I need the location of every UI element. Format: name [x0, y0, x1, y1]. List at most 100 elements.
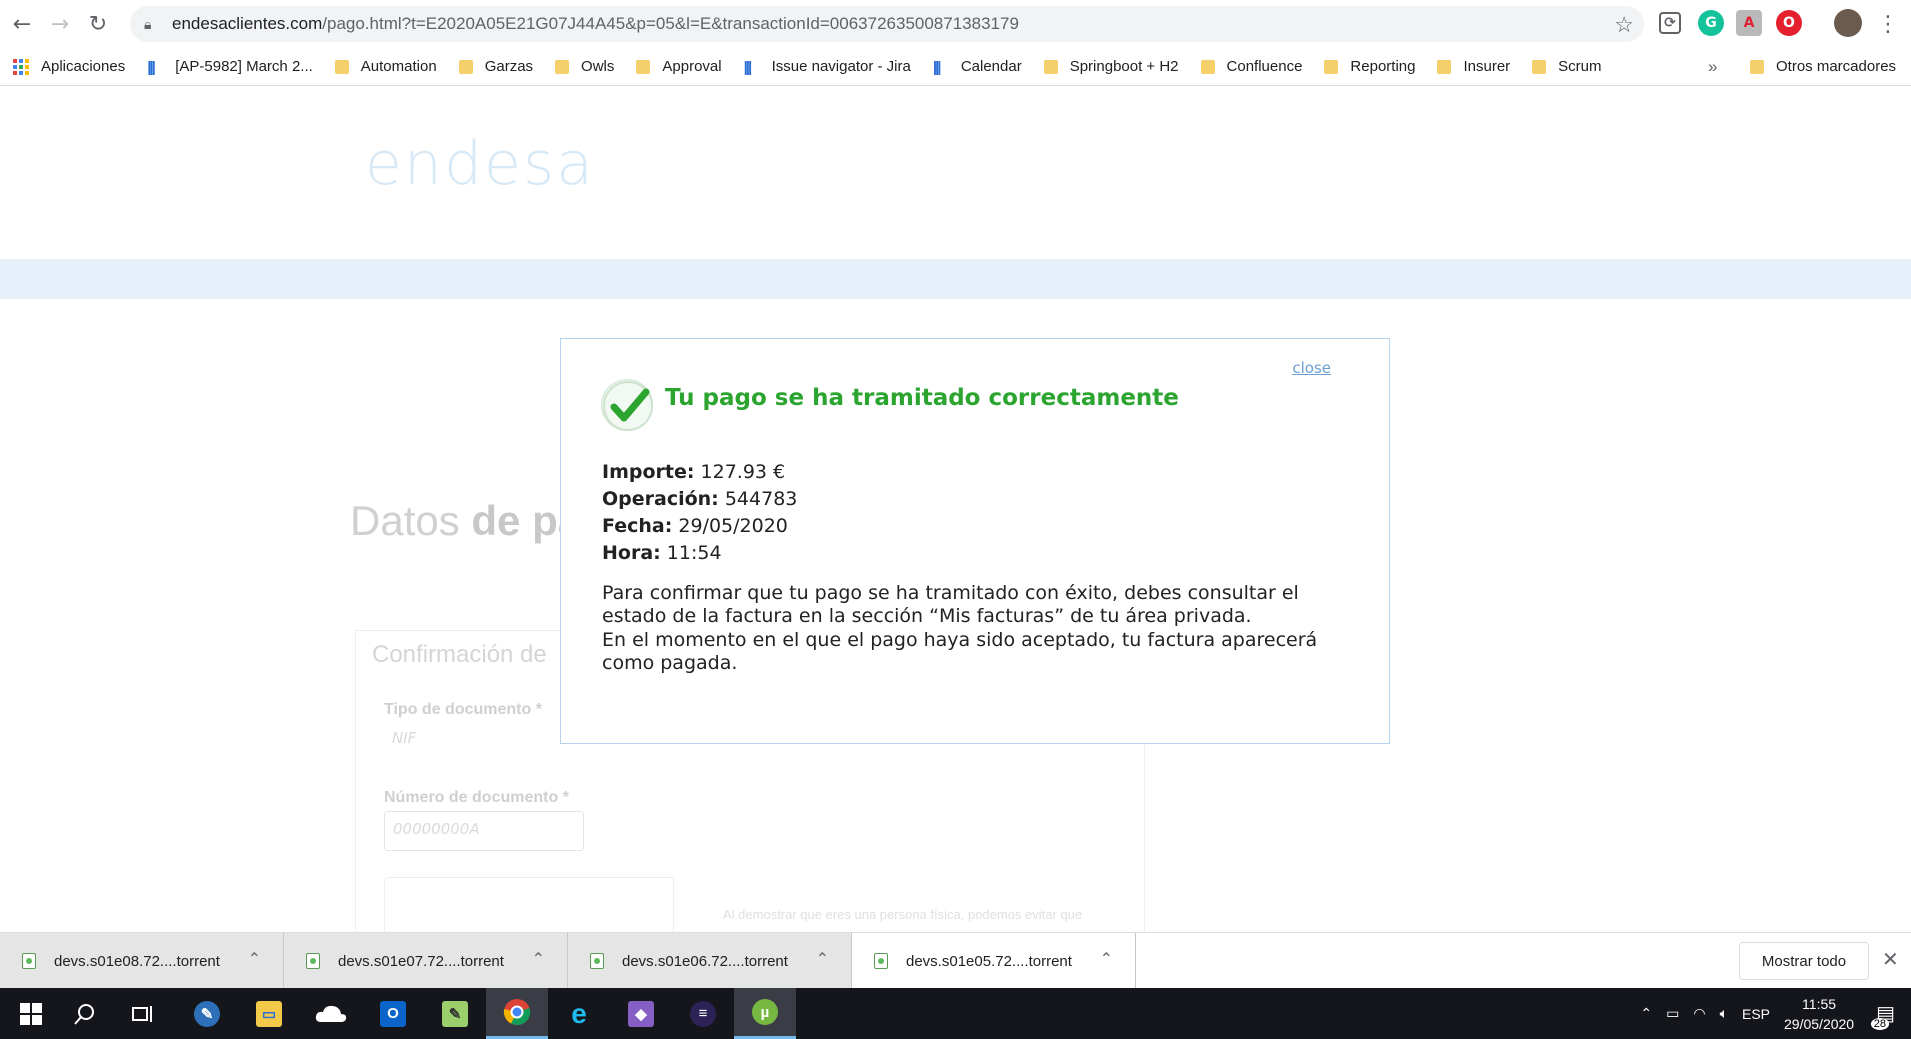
- bookmark-label: Approval: [662, 58, 722, 75]
- volume-icon[interactable]: 🔈︎: [1720, 1005, 1728, 1022]
- bookmark-label: Springboot + H2: [1069, 58, 1179, 75]
- close-link[interactable]: close: [1292, 359, 1331, 377]
- bookmark-item[interactable]: Springboot + H2: [1043, 58, 1179, 75]
- doc-type-label: Tipo de documento *: [384, 701, 542, 718]
- chevron-up-icon[interactable]: ⌃: [816, 949, 829, 969]
- captcha-note: Al demostrar que eres una persona física…: [723, 907, 1083, 922]
- search-icon[interactable]: [54, 988, 116, 1039]
- download-filename: devs.s01e08.72....torrent: [54, 952, 220, 970]
- bookmark-item[interactable]: Approval: [636, 58, 722, 75]
- folder-icon: [1324, 59, 1339, 74]
- captcha-widget[interactable]: [384, 877, 674, 932]
- accepted-paragraph: En el momento en el que el pago haya sid…: [602, 629, 1318, 674]
- bookmark-star-icon[interactable]: ☆: [1614, 12, 1634, 38]
- extension-icon[interactable]: ⟳: [1659, 12, 1681, 34]
- chevron-up-icon[interactable]: ⌃: [248, 949, 261, 969]
- clock[interactable]: 11:55 29/05/2020: [1784, 994, 1854, 1034]
- bookmark-item[interactable]: Confluence: [1200, 58, 1303, 75]
- paint-app-icon[interactable]: ✎: [176, 988, 238, 1039]
- bookmark-item[interactable]: Aplicaciones: [13, 58, 125, 75]
- download-item[interactable]: devs.s01e06.72....torrent ⌃: [568, 933, 852, 989]
- torrent-file-icon: [22, 953, 36, 969]
- pdf-icon[interactable]: A: [1736, 10, 1762, 36]
- bookmark-label: Reporting: [1350, 58, 1416, 75]
- chevron-up-icon[interactable]: ⌃: [1100, 949, 1113, 969]
- opera-icon[interactable]: O: [1776, 10, 1802, 36]
- grammarly-icon[interactable]: G: [1698, 10, 1724, 36]
- menu-icon[interactable]: ⋮: [1870, 6, 1906, 42]
- bookmark-label: Aplicaciones: [41, 58, 126, 75]
- battery-icon[interactable]: ▭: [1666, 1005, 1679, 1022]
- avatar[interactable]: [1834, 9, 1862, 37]
- address-bar[interactable]: 🔒︎ endesaclientes.com/pago.html?t=E2020A…: [130, 6, 1644, 42]
- bookmark-label: Confluence: [1226, 58, 1303, 75]
- folder-icon: [458, 59, 473, 74]
- payment-success-modal: close Tu pago se ha tramitado correctame…: [560, 338, 1390, 744]
- clock-date: 29/05/2020: [1784, 1015, 1855, 1032]
- torrent-file-icon: [306, 953, 320, 969]
- onedrive-icon[interactable]: [300, 988, 362, 1039]
- folder-icon: [1200, 59, 1215, 74]
- eclipse-icon[interactable]: ≡: [672, 988, 734, 1039]
- forward-icon[interactable]: →: [42, 6, 78, 42]
- bookmark-item[interactable]: Scrum: [1532, 58, 1602, 75]
- bookmark-item[interactable]: ||| [AP-5982] March 2...: [147, 58, 313, 76]
- download-item[interactable]: devs.s01e05.72....torrent ⌃: [852, 933, 1136, 989]
- detail-hora: Hora: 11:54: [602, 542, 722, 564]
- system-tray: ⌃ ▭ ◠ 🔈︎ ESP 11:55 29/05/2020 ▤ 28: [1640, 988, 1911, 1039]
- chevron-up-icon[interactable]: ⌃: [532, 949, 545, 969]
- form-title: Confirmación de: [372, 641, 547, 668]
- check-icon: [601, 379, 653, 431]
- bookmark-item[interactable]: ||| Issue navigator - Jira: [744, 58, 911, 76]
- windows-start-icon[interactable]: [0, 988, 62, 1039]
- utorrent-icon[interactable]: µ: [734, 988, 796, 1039]
- bookmark-item[interactable]: Automation: [334, 58, 437, 75]
- bookmark-list: Aplicaciones ||| [AP-5982] March 2... Autom…: [13, 58, 1624, 76]
- show-all-button[interactable]: Mostrar todo: [1739, 942, 1869, 980]
- windows-taskbar: ✎ ▭ O ✎ e ◆ ≡ µ ⌃ ▭ ◠ 🔈︎ ESP 11:55 29/05…: [0, 988, 1911, 1039]
- reload-icon[interactable]: ↻: [80, 6, 116, 42]
- chevron-up-icon[interactable]: ⌃: [1640, 1005, 1652, 1022]
- notification-icon[interactable]: ▤ 28: [1870, 1001, 1895, 1030]
- folder-icon: [1750, 59, 1764, 74]
- notepad-icon[interactable]: ✎: [424, 988, 486, 1039]
- back-icon[interactable]: ←: [4, 6, 40, 42]
- bookmark-item[interactable]: Insurer: [1437, 58, 1510, 75]
- download-filename: devs.s01e06.72....torrent: [622, 952, 788, 970]
- internet-explorer-icon[interactable]: e: [548, 988, 610, 1039]
- bookmark-item[interactable]: ||| Calendar: [932, 58, 1022, 76]
- folder-icon: [334, 59, 349, 74]
- bookmark-item[interactable]: Owls: [555, 58, 614, 75]
- close-icon[interactable]: ✕: [1882, 947, 1899, 971]
- torrent-file-icon: [590, 953, 604, 969]
- bookmark-item[interactable]: Garzas: [458, 58, 533, 75]
- doc-number-label: Número de documento *: [384, 789, 569, 806]
- task-view-icon[interactable]: [112, 988, 174, 1039]
- jira-icon: |||: [932, 58, 942, 76]
- browser-toolbar: ← → ↻ 🔒︎ endesaclientes.com/pago.html?t=…: [0, 0, 1911, 48]
- jira-icon: |||: [147, 58, 156, 76]
- bookmark-label: Scrum: [1558, 58, 1602, 75]
- notification-count: 28: [1870, 1018, 1889, 1030]
- url-domain: endesaclientes.com: [172, 14, 323, 33]
- folder-icon: [1437, 59, 1452, 74]
- file-explorer-icon[interactable]: ▭: [238, 988, 300, 1039]
- torrent-file-icon: [874, 953, 888, 969]
- more-bookmarks-button[interactable]: »: [1708, 57, 1717, 77]
- doc-number-input[interactable]: 00000000A: [384, 811, 584, 851]
- other-bookmarks[interactable]: Otros marcadores: [1750, 58, 1896, 75]
- download-item[interactable]: devs.s01e07.72....torrent ⌃: [284, 933, 568, 989]
- bookmarks-bar: Aplicaciones ||| [AP-5982] March 2... Autom…: [0, 48, 1911, 86]
- detail-operacion: Operación: 544783: [602, 488, 798, 510]
- doc-type-select[interactable]: NIF: [384, 721, 560, 755]
- visual-studio-icon[interactable]: ◆: [610, 988, 672, 1039]
- apps-icon: [13, 58, 29, 75]
- outlook-icon[interactable]: O: [362, 988, 424, 1039]
- download-filename: devs.s01e07.72....torrent: [338, 952, 504, 970]
- language-indicator[interactable]: ESP: [1742, 1006, 1770, 1022]
- page-content: endesa Datos de pa Confirmación de Tipo …: [0, 87, 1911, 932]
- download-item[interactable]: devs.s01e08.72....torrent ⌃: [0, 933, 284, 989]
- bookmark-item[interactable]: Reporting: [1324, 58, 1415, 75]
- wifi-icon[interactable]: ◠: [1693, 1005, 1705, 1022]
- chrome-icon[interactable]: [486, 988, 548, 1039]
